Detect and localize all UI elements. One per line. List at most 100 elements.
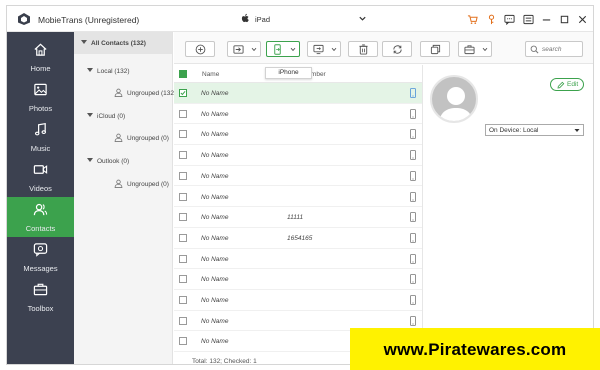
user-icon [114, 88, 123, 97]
phone-icon [410, 150, 416, 160]
phone-icon [410, 170, 416, 181]
delete-button[interactable] [348, 41, 378, 57]
caret-down-icon [87, 158, 93, 162]
close-icon[interactable] [577, 14, 588, 25]
dedupe-button[interactable] [420, 41, 450, 57]
export-to-pc-button[interactable] [307, 41, 341, 57]
contact-name: No Name [201, 172, 229, 180]
search-input[interactable] [542, 44, 580, 54]
row-checkbox[interactable] [179, 130, 187, 139]
user-icon [114, 179, 123, 188]
row-checkbox[interactable] [179, 233, 187, 242]
row-checkbox[interactable] [179, 275, 187, 284]
contacts-icon [33, 203, 48, 216]
contact-name: No Name [201, 297, 229, 304]
chevron-down-icon [331, 47, 337, 52]
table-row[interactable]: No Name [174, 104, 422, 125]
caret-down-icon [87, 113, 93, 117]
chevron-down-icon [359, 16, 366, 21]
contact-phone: 11111 [287, 214, 304, 222]
export-to-phone-icon [274, 44, 281, 55]
feedback-icon[interactable] [504, 14, 515, 25]
row-checkbox[interactable] [179, 192, 187, 201]
row-checkbox[interactable] [179, 316, 187, 325]
row-checkbox[interactable] [179, 171, 187, 180]
sidebar-item-photos[interactable]: Photos [7, 77, 74, 117]
checkmark-icon [180, 91, 186, 96]
contact-name: No Name [201, 152, 229, 160]
edit-button[interactable]: Edit [550, 78, 584, 91]
caret-down-icon [81, 40, 87, 44]
table-row[interactable]: No Name [174, 145, 422, 166]
export-to-device-button[interactable] [266, 41, 300, 57]
watermark-text: www.Piratewares.com [383, 340, 567, 359]
table-row[interactable]: No Name [174, 249, 422, 270]
tree-item-outlook-ungrouped[interactable]: Ungrouped (0) [127, 181, 169, 188]
storage-location-select[interactable]: On Device: Local [485, 124, 584, 136]
app-window: MobieTrans (Unregistered) iPad Home Phot… [6, 5, 594, 365]
table-row[interactable]: No Name [174, 124, 422, 146]
search-box[interactable] [525, 41, 583, 57]
table-row[interactable]: No Name [174, 290, 422, 311]
sidebar-item-contacts[interactable]: Contacts [7, 197, 74, 237]
column-header-name[interactable]: Name [202, 71, 219, 78]
table-row[interactable]: No Name [174, 166, 422, 187]
contact-name: No Name [201, 131, 229, 139]
tree-item-icloud[interactable]: iCloud (0) [87, 113, 125, 120]
import-button[interactable] [227, 41, 261, 57]
backup-button[interactable] [458, 41, 492, 57]
photos-icon [34, 83, 47, 96]
row-checkbox[interactable] [179, 254, 187, 263]
export-tooltip: iPhone [265, 67, 312, 79]
tree-item-local[interactable]: Local (132) [87, 68, 130, 75]
table-row[interactable]: No Name 11111 [174, 207, 422, 228]
sidebar-item-label: Messages [23, 264, 58, 273]
select-all-checkbox[interactable] [179, 70, 187, 78]
row-checkbox[interactable] [179, 296, 187, 304]
tree-group-label: Outlook (0) [97, 158, 130, 165]
all-contacts-label: All Contacts (132) [91, 40, 146, 47]
app-logo-icon [18, 13, 30, 25]
key-icon[interactable] [486, 14, 497, 25]
tree-item-icloud-ungrouped[interactable]: Ungrouped (0) [127, 135, 169, 142]
phone-icon [410, 108, 416, 119]
chevron-down-icon [251, 47, 257, 52]
device-name: iPad [255, 15, 271, 24]
table-row[interactable]: No Name [174, 187, 422, 208]
row-checkbox[interactable] [179, 89, 187, 97]
table-row[interactable]: No Name [174, 269, 422, 290]
sidebar-item-videos[interactable]: Videos [7, 157, 74, 197]
videos-icon [33, 165, 48, 174]
minimize-icon[interactable] [541, 14, 552, 25]
search-icon [530, 45, 539, 54]
row-checkbox[interactable] [179, 213, 187, 222]
row-checkbox[interactable] [179, 337, 187, 346]
sidebar-item-messages[interactable]: Messages [7, 237, 74, 277]
sidebar-item-music[interactable]: Music [7, 117, 74, 157]
row-checkbox[interactable] [179, 151, 187, 160]
sidebar-item-home[interactable]: Home [7, 37, 74, 77]
sidebar-item-toolbox[interactable]: Toolbox [7, 277, 74, 317]
messages-icon [33, 243, 48, 257]
menu-icon[interactable] [523, 14, 534, 25]
sidebar-item-label: Music [30, 144, 51, 153]
phone-icon [410, 129, 416, 140]
maximize-icon[interactable] [559, 14, 570, 25]
row-checkbox[interactable] [179, 109, 187, 118]
contact-name: No Name [201, 276, 229, 284]
table-row[interactable]: No Name 1654165 [174, 228, 422, 249]
pencil-icon [557, 81, 565, 89]
person-silhouette-icon [439, 87, 473, 121]
tree-item-local-ungrouped[interactable]: Ungrouped (132) [127, 90, 176, 97]
tree-item-outlook[interactable]: Outlook (0) [87, 158, 129, 165]
add-contact-button[interactable] [185, 41, 215, 57]
sidebar-item-label: Contacts [25, 224, 56, 233]
contact-name: No Name [201, 317, 229, 325]
all-contacts-row: All Contacts (132) [81, 40, 146, 47]
refresh-button[interactable] [382, 41, 412, 57]
cart-icon[interactable] [467, 14, 478, 25]
table-row[interactable]: No Name [174, 83, 422, 104]
device-selector[interactable]: iPad [237, 10, 369, 28]
import-icon [233, 45, 244, 54]
tree-item-all-contacts[interactable]: All Contacts (132) [74, 32, 172, 54]
